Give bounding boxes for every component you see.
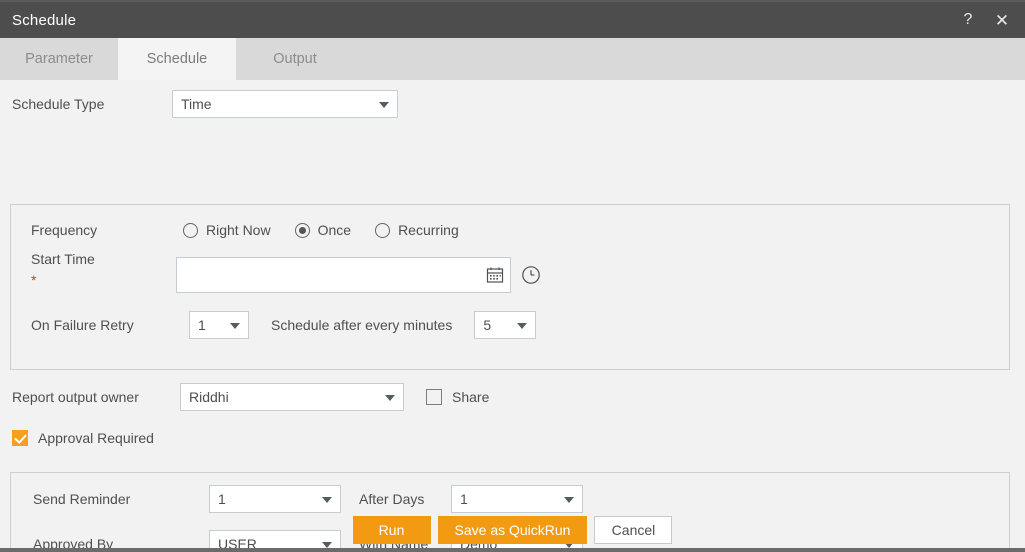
- dialog-footer: Run Save as QuickRun Cancel: [0, 516, 1025, 544]
- chevron-down-icon: [564, 497, 574, 503]
- tab-schedule[interactable]: Schedule: [118, 38, 236, 80]
- calendar-icon[interactable]: [486, 266, 504, 284]
- send-reminder-value: 1: [218, 491, 226, 507]
- frequency-row: Frequency Right Now Once Recurring: [31, 219, 991, 241]
- close-icon[interactable]: ✕: [993, 10, 1011, 30]
- timing-panel: Frequency Right Now Once Recurring Start…: [10, 204, 1010, 370]
- start-time-required-marker: *: [31, 272, 37, 288]
- send-reminder-label: Send Reminder: [33, 491, 131, 507]
- frequency-label: Frequency: [31, 222, 98, 238]
- after-days-select[interactable]: 1: [451, 485, 583, 513]
- share-checkbox-label: Share: [452, 389, 490, 405]
- radio-recurring-indicator: [375, 222, 391, 238]
- chevron-down-icon: [385, 395, 395, 401]
- report-output-owner-select[interactable]: Riddhi: [180, 383, 404, 411]
- radio-right-now[interactable]: Right Now: [183, 222, 271, 238]
- dialog-tabs: Parameter Schedule Output: [0, 38, 1025, 80]
- schedule-type-label: Schedule Type: [12, 96, 105, 112]
- approval-required-checkbox-label: Approval Required: [38, 430, 154, 446]
- schedule-form: Schedule Type Time Frequency Right Now O…: [0, 80, 1025, 552]
- radio-once-indicator: [294, 222, 310, 238]
- radio-recurring-label: Recurring: [398, 222, 459, 238]
- radio-right-now-indicator: [183, 222, 198, 238]
- radio-right-now-label: Right Now: [206, 222, 271, 238]
- radio-once[interactable]: Once: [294, 222, 352, 238]
- bottom-strip: [0, 548, 1025, 552]
- save-as-quickrun-button[interactable]: Save as QuickRun: [437, 516, 588, 544]
- approval-required-checkbox-box: [12, 430, 28, 446]
- start-time-label: Start Time: [31, 251, 95, 267]
- report-output-owner-row: Report output owner Riddhi Share: [12, 383, 1002, 411]
- titlebar-actions: ? ✕: [959, 10, 1011, 30]
- radio-once-label: Once: [317, 222, 352, 238]
- retry-label: On Failure Retry: [31, 317, 134, 333]
- schedule-type-value: Time: [181, 96, 212, 112]
- retry-interval-select[interactable]: 5: [474, 311, 537, 339]
- chevron-down-icon: [517, 323, 528, 329]
- run-button[interactable]: Run: [352, 516, 431, 544]
- retry-count-value: 1: [198, 317, 206, 333]
- schedule-type-row: Schedule Type Time: [12, 90, 1002, 118]
- tab-parameter[interactable]: Parameter: [0, 38, 118, 80]
- cancel-button[interactable]: Cancel: [594, 516, 673, 544]
- retry-interval-label: Schedule after every minutes: [271, 317, 453, 333]
- chevron-down-icon: [230, 323, 240, 329]
- report-output-owner-value: Riddhi: [189, 389, 229, 405]
- chevron-down-icon: [379, 102, 389, 108]
- start-time-label-block: Start Time *: [31, 251, 181, 287]
- retry-interval-value: 5: [483, 317, 492, 333]
- clock-icon[interactable]: [521, 265, 541, 285]
- schedule-type-select[interactable]: Time: [172, 90, 398, 118]
- start-time-input[interactable]: [176, 257, 511, 293]
- radio-recurring[interactable]: Recurring: [375, 222, 459, 238]
- share-checkbox-box: [426, 389, 442, 405]
- chevron-down-icon: [322, 497, 332, 503]
- share-checkbox[interactable]: Share: [426, 389, 489, 405]
- after-days-label: After Days: [359, 491, 425, 507]
- dialog-title: Schedule: [12, 11, 77, 29]
- schedule-dialog: Schedule ? ✕ Parameter Schedule Output S…: [0, 0, 1025, 552]
- tab-output[interactable]: Output: [236, 38, 354, 80]
- frequency-radio-group: Right Now Once Recurring: [183, 222, 483, 238]
- retry-count-select[interactable]: 1: [189, 311, 249, 339]
- dialog-titlebar: Schedule ? ✕: [0, 0, 1025, 38]
- retry-row: On Failure Retry 1 Schedule after every …: [31, 311, 991, 339]
- send-reminder-select[interactable]: 1: [209, 485, 341, 513]
- help-icon[interactable]: ?: [959, 10, 977, 30]
- send-reminder-row: Send Reminder 1 After Days 1: [33, 485, 993, 513]
- report-output-owner-label: Report output owner: [12, 389, 139, 405]
- approval-required-checkbox[interactable]: Approval Required: [12, 430, 154, 446]
- after-days-value: 1: [460, 491, 468, 507]
